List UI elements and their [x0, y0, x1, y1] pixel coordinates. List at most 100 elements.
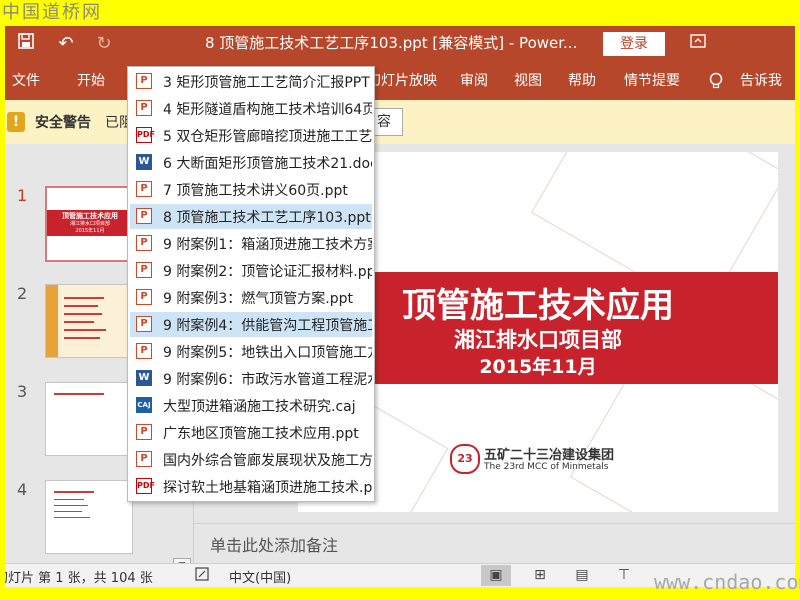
thumbnail-line	[64, 337, 100, 339]
slide-count: 幻灯片 第 1 张，共 104 张	[5, 571, 153, 586]
ppt-file-icon: P	[136, 316, 152, 332]
thumbnail-line	[54, 505, 88, 506]
thumbnail-number: 1	[17, 186, 28, 205]
recent-file-item[interactable]: W 9 附案例6：市政污水管道工程泥水平衡	[130, 366, 372, 391]
slideshow-icon[interactable]: ⊤	[609, 565, 639, 586]
window-title: 8 顶管施工技术工艺工序103.ppt [兼容模式] - Power...	[205, 34, 578, 52]
ppt-file-icon: P	[136, 262, 152, 278]
recent-file-label: 9 附案例4：供能管沟工程顶管施工	[163, 318, 372, 334]
doc-file-icon: W	[136, 370, 152, 386]
thumbnail-line	[54, 511, 82, 512]
slide-sorter-icon[interactable]: ⊞	[525, 565, 555, 586]
recent-file-item[interactable]: PDF 探讨软土地基箱涵顶进施工技术.pdf	[130, 474, 372, 499]
language-indicator[interactable]: 中文(中国)	[229, 567, 291, 586]
recent-file-label: 9 附案例2：顶管论证汇报材料.ppt	[163, 264, 372, 280]
thumbnail-number: 2	[17, 284, 28, 303]
thumbnail-sidebar	[46, 285, 58, 357]
notes-icon[interactable]	[195, 567, 209, 585]
pdf-file-icon: PDF	[136, 478, 155, 494]
recent-file-label: 9 附案例6：市政污水管道工程泥水平衡	[163, 372, 372, 388]
warning-icon: !	[7, 112, 25, 132]
recent-file-label: 国内外综合管廊发展现状及施工方法	[163, 453, 372, 469]
thumbnail-number: 3	[17, 382, 28, 401]
ribbon-display-icon[interactable]	[685, 30, 711, 58]
caj-file-icon: CAJ	[136, 397, 152, 413]
recent-file-item[interactable]: W 6 大断面矩形顶管施工技术21.doc	[130, 150, 372, 175]
thumbnail-slide-2[interactable]	[45, 284, 133, 358]
reading-view-icon[interactable]: ▤	[567, 565, 597, 586]
tab-view[interactable]: 视图	[514, 62, 542, 100]
recent-file-item[interactable]: P 8 顶管施工技术工艺工序103.ppt	[130, 204, 372, 229]
ppt-file-icon: P	[136, 343, 152, 359]
recent-file-item[interactable]: P 4 矩形隧道盾构施工技术培训64页	[130, 96, 372, 121]
thumbnail-line	[64, 329, 106, 331]
login-button[interactable]: 登录	[603, 32, 665, 56]
notes-pane[interactable]: 单击此处添加备注	[194, 523, 795, 564]
recent-file-label: 9 附案例5：地铁出入口顶管施工方案	[163, 345, 372, 361]
tell-me-search[interactable]: 告诉我	[740, 62, 782, 100]
tab-storyboard[interactable]: 情节提要	[624, 62, 680, 100]
thumbnail-line	[54, 499, 84, 500]
lightbulb-icon[interactable]	[709, 62, 723, 100]
recent-file-label: 5 双仓矩形管廊暗挖顶进施工工艺	[163, 129, 372, 145]
ppt-file-icon: P	[136, 235, 152, 251]
recent-file-label: 4 矩形隧道盾构施工技术培训64页	[163, 102, 372, 118]
thumbnail-line	[64, 305, 98, 307]
powerpoint-window: ↶ ↻ 8 顶管施工技术工艺工序103.ppt [兼容模式] - Power..…	[5, 26, 795, 587]
notes-placeholder: 单击此处添加备注	[210, 536, 339, 555]
thumbnail-line	[64, 313, 102, 315]
company-name-en: The 23rd MCC of Minmetals	[484, 462, 609, 472]
thumbnail-line	[64, 321, 94, 323]
recent-file-item[interactable]: P 9 附案例3：燃气顶管方案.ppt	[130, 285, 372, 310]
ribbon-tabs: 文件 开始 幻灯片放映 审阅 视图 帮助 情节提要 告诉我	[5, 62, 795, 100]
recent-files-dropdown: P 3 矩形顶管施工工艺简介汇报PPT P 4 矩形隧道盾构施工技术培训64页 PDF 5…	[127, 66, 375, 502]
thumbnail-number: 4	[17, 480, 28, 499]
security-warning-label: 安全警告	[35, 115, 91, 131]
recent-file-label: 6 大断面矩形顶管施工技术21.doc	[163, 156, 372, 172]
watermark-bottom: www.cndao.com	[654, 570, 800, 594]
recent-file-label: 8 顶管施工技术工艺工序103.ppt	[163, 210, 371, 226]
thumbnail-line	[54, 393, 104, 395]
recent-file-item[interactable]: P 国内外综合管廊发展现状及施工方法	[130, 447, 372, 472]
recent-file-item[interactable]: P 广东地区顶管施工技术应用.ppt	[130, 420, 372, 445]
recent-file-item[interactable]: PDF 5 双仓矩形管廊暗挖顶进施工工艺	[130, 123, 372, 148]
recent-file-item[interactable]: P 9 附案例5：地铁出入口顶管施工方案	[130, 339, 372, 364]
recent-file-item[interactable]: P 7 顶管施工技术讲义60页.ppt	[130, 177, 372, 202]
normal-view-icon[interactable]: ▣	[481, 565, 511, 586]
recent-file-label: 3 矩形顶管施工工艺简介汇报PPT	[163, 75, 370, 91]
tab-home[interactable]: 开始	[77, 62, 105, 100]
thumbnail-date: 2015年11月	[75, 228, 105, 234]
recent-file-label: 大型顶进箱涵施工技术研究.caj	[163, 399, 356, 415]
doc-file-icon: W	[136, 154, 152, 170]
ppt-file-icon: P	[136, 73, 152, 89]
recent-file-label: 广东地区顶管施工技术应用.ppt	[163, 426, 359, 442]
ppt-file-icon: P	[136, 208, 152, 224]
thumbnail-subtitle: 湘江排水口项目部	[69, 221, 110, 227]
recent-file-item[interactable]: P 3 矩形顶管施工工艺简介汇报PPT	[130, 69, 372, 94]
tab-file[interactable]: 文件	[12, 62, 40, 100]
thumbnail-line	[64, 297, 104, 299]
recent-file-item[interactable]: P 9 附案例4：供能管沟工程顶管施工	[130, 312, 372, 337]
undo-icon[interactable]: ↶	[53, 30, 79, 58]
tab-slideshow[interactable]: 幻灯片放映	[367, 62, 437, 100]
ppt-file-icon: P	[136, 181, 152, 197]
title-bar: ↶ ↻ 8 顶管施工技术工艺工序103.ppt [兼容模式] - Power..…	[5, 26, 795, 62]
watermark-top: 中国道桥网	[2, 2, 102, 23]
thumbnail-slide-3[interactable]	[45, 382, 133, 456]
tab-help[interactable]: 帮助	[568, 62, 596, 100]
thumbnail-line	[54, 517, 90, 518]
recent-file-item[interactable]: P 9 附案例1：箱涵顶进施工技术方案	[130, 231, 372, 256]
save-icon[interactable]	[15, 30, 37, 58]
thumbnail-slide-1[interactable]: 顶管施工技术应用 湘江排水口项目部 2015年11月	[45, 186, 135, 262]
thumbnail-slide-4[interactable]	[45, 480, 133, 554]
ppt-file-icon: P	[136, 289, 152, 305]
tab-review[interactable]: 审阅	[460, 62, 488, 100]
recent-file-label: 9 附案例1：箱涵顶进施工技术方案	[163, 237, 372, 253]
recent-file-item[interactable]: CAJ 大型顶进箱涵施工技术研究.caj	[130, 393, 372, 418]
ppt-file-icon: P	[136, 100, 152, 116]
ppt-file-icon: P	[136, 424, 152, 440]
thumbnail-line	[54, 491, 94, 493]
redo-icon[interactable]: ↻	[91, 30, 117, 58]
recent-file-item[interactable]: P 9 附案例2：顶管论证汇报材料.ppt	[130, 258, 372, 283]
recent-file-label: 9 附案例3：燃气顶管方案.ppt	[163, 291, 353, 307]
